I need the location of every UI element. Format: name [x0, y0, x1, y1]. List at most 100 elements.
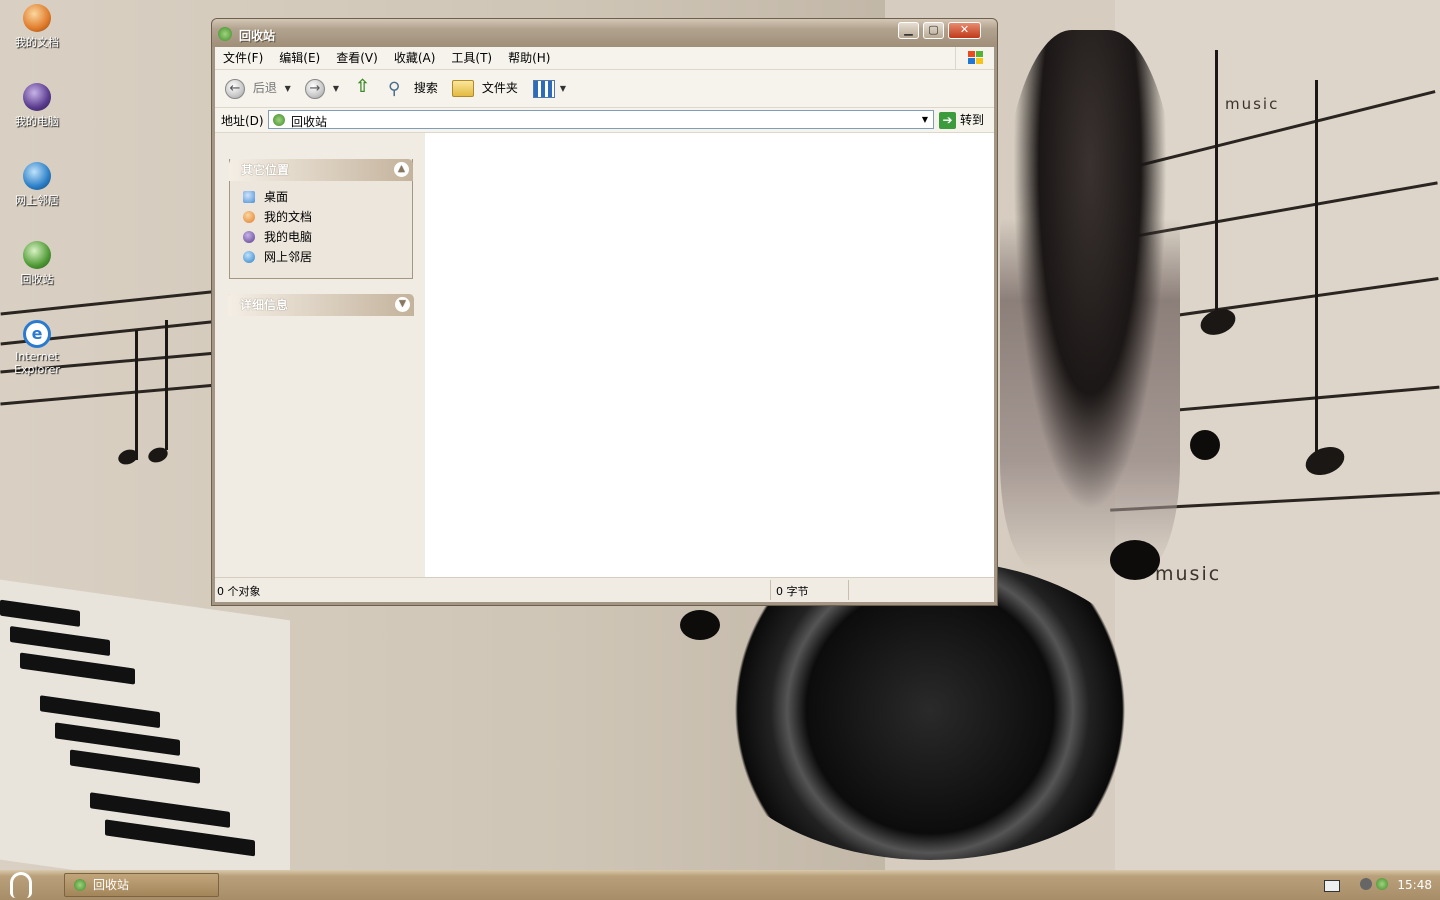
piano-key	[20, 652, 135, 685]
up-arrow-icon: ⇧	[355, 76, 371, 97]
piano-key	[70, 749, 200, 784]
desktop-icon-internet-explorer[interactable]: e Internet Explorer	[4, 320, 70, 376]
status-bar: 0 个对象 0 字节	[215, 577, 994, 602]
folders-button[interactable]: 文件夹	[452, 76, 518, 100]
menu-tools[interactable]: 工具(T)	[443, 47, 500, 69]
chevron-down-icon: ▼	[332, 83, 339, 93]
ink-splat	[1110, 540, 1160, 580]
window-titlebar[interactable]: 回收站 ▁ ▢ ✕	[212, 19, 997, 47]
my-computer-icon	[243, 231, 255, 243]
wallpaper-piano	[0, 579, 290, 900]
back-button[interactable]: ← 后退 ▼	[225, 76, 291, 100]
address-input[interactable]: 回收站 ▼	[268, 110, 934, 129]
search-button[interactable]: ⚲ 搜索	[388, 76, 438, 100]
keyboard-icon[interactable]	[1324, 880, 1340, 892]
other-places-header[interactable]: 其它位置 ▲	[229, 159, 413, 181]
desktop-icon-label: 网上邻居	[15, 194, 59, 207]
my-computer-icon	[23, 83, 51, 111]
music-note	[165, 320, 168, 450]
search-icon: ⚲	[388, 78, 401, 99]
recycle-bin-icon	[74, 879, 86, 891]
recycle-bin-icon	[273, 114, 285, 126]
network-status-icon[interactable]	[1376, 878, 1388, 890]
menu-view[interactable]: 查看(V)	[328, 47, 386, 69]
place-link-my-computer[interactable]: 我的电脑	[230, 227, 412, 247]
search-label: 搜索	[413, 81, 438, 95]
desktop-icon-label: Internet Explorer	[14, 350, 60, 376]
forward-arrow-icon: →	[305, 78, 325, 99]
other-places-panel: 其它位置 ▲ 桌面 我的文档 我的电脑 网上邻居	[229, 159, 413, 279]
piano-key	[10, 626, 110, 657]
menu-edit[interactable]: 编辑(E)	[271, 47, 328, 69]
music-note	[1215, 50, 1218, 330]
forward-button[interactable]: → ▼	[305, 76, 339, 100]
my-documents-icon	[23, 4, 51, 32]
ink-splat	[1190, 430, 1220, 460]
clock[interactable]: 15:48	[1397, 878, 1432, 892]
status-divider	[848, 580, 849, 600]
music-note	[135, 330, 138, 460]
folders-label: 文件夹	[481, 81, 518, 95]
wallpaper-text: music	[1155, 563, 1222, 585]
collapse-icon[interactable]: ▲	[394, 162, 409, 177]
back-arrow-icon: ←	[225, 78, 245, 99]
place-link-network-places[interactable]: 网上邻居	[230, 247, 412, 267]
back-label: 后退	[252, 81, 277, 95]
place-link-label: 桌面	[264, 190, 289, 204]
chevron-down-icon: ▼	[559, 83, 566, 93]
taskbar-item-recycle-bin[interactable]: 回收站	[64, 873, 219, 897]
chevron-down-icon: ▼	[284, 83, 291, 93]
desktop-icon	[243, 191, 255, 203]
window-title: 回收站	[239, 29, 276, 43]
piano-key	[0, 599, 80, 627]
task-pane: 其它位置 ▲ 桌面 我的文档 我的电脑 网上邻居 详细信息 ▼	[215, 133, 425, 577]
address-bar: 地址(D) 回收站 ▼ ➔ 转到	[215, 108, 994, 133]
maximize-button[interactable]: ▢	[923, 22, 944, 39]
minimize-button[interactable]: ▁	[898, 22, 919, 39]
details-panel: 详细信息 ▼	[228, 294, 414, 316]
desktop-icon-recycle-bin[interactable]: 回收站	[4, 241, 70, 287]
music-staff-line	[0, 381, 240, 406]
wallpaper-figure	[1000, 30, 1180, 570]
menu-file[interactable]: 文件(F)	[215, 47, 271, 69]
go-button[interactable]: ➔ 转到	[939, 111, 984, 129]
place-link-label: 我的电脑	[264, 230, 313, 244]
desktop-icon-label: 我的电脑	[15, 115, 59, 128]
recycle-bin-window: 回收站 ▁ ▢ ✕ 文件(F) 编辑(E) 查看(V) 收藏(A) 工具(T) 帮助(H)…	[211, 18, 998, 606]
status-object-count: 0 个对象	[217, 585, 261, 598]
desktop-icon-my-documents[interactable]: 我的文档	[4, 4, 70, 50]
close-button[interactable]: ✕	[948, 22, 981, 39]
address-value: 回收站	[291, 115, 328, 129]
place-link-label: 网上邻居	[264, 250, 313, 264]
desktop-icon-label: 回收站	[20, 273, 54, 286]
details-header[interactable]: 详细信息 ▼	[228, 294, 414, 316]
music-staff-line	[0, 287, 240, 316]
taskbar: 回收站 15:48	[0, 870, 1440, 900]
network-places-icon	[23, 162, 51, 190]
details-title: 详细信息	[240, 298, 289, 312]
file-list-area[interactable]	[425, 133, 994, 577]
address-label: 地址(D)	[221, 114, 264, 128]
other-places-title: 其它位置	[241, 163, 290, 177]
wallpaper-text: music	[1225, 95, 1280, 113]
headphones-start-icon	[10, 872, 32, 898]
place-link-desktop[interactable]: 桌面	[230, 187, 412, 207]
start-button[interactable]	[0, 870, 58, 900]
tray-app-icon[interactable]	[1360, 878, 1372, 890]
go-label: 转到	[960, 113, 985, 127]
system-tray: 15:48	[1318, 870, 1440, 900]
menu-help[interactable]: 帮助(H)	[500, 47, 558, 69]
desktop-icon-network-places[interactable]: 网上邻居	[4, 162, 70, 208]
menu-favorites[interactable]: 收藏(A)	[386, 47, 444, 69]
expand-icon[interactable]: ▼	[395, 297, 410, 312]
my-documents-icon	[243, 211, 255, 223]
up-folder-button[interactable]: ⇧	[355, 76, 375, 100]
status-divider	[770, 580, 771, 600]
chevron-down-icon[interactable]: ▼	[917, 111, 933, 128]
other-places-links: 桌面 我的文档 我的电脑 网上邻居	[230, 181, 412, 267]
window-body: 文件(F) 编辑(E) 查看(V) 收藏(A) 工具(T) 帮助(H) ← 后退 ▼ → …	[215, 47, 994, 602]
place-link-my-documents[interactable]: 我的文档	[230, 207, 412, 227]
views-icon	[533, 79, 555, 98]
desktop-icon-my-computer[interactable]: 我的电脑	[4, 83, 70, 129]
views-button[interactable]: ▼	[533, 76, 566, 100]
